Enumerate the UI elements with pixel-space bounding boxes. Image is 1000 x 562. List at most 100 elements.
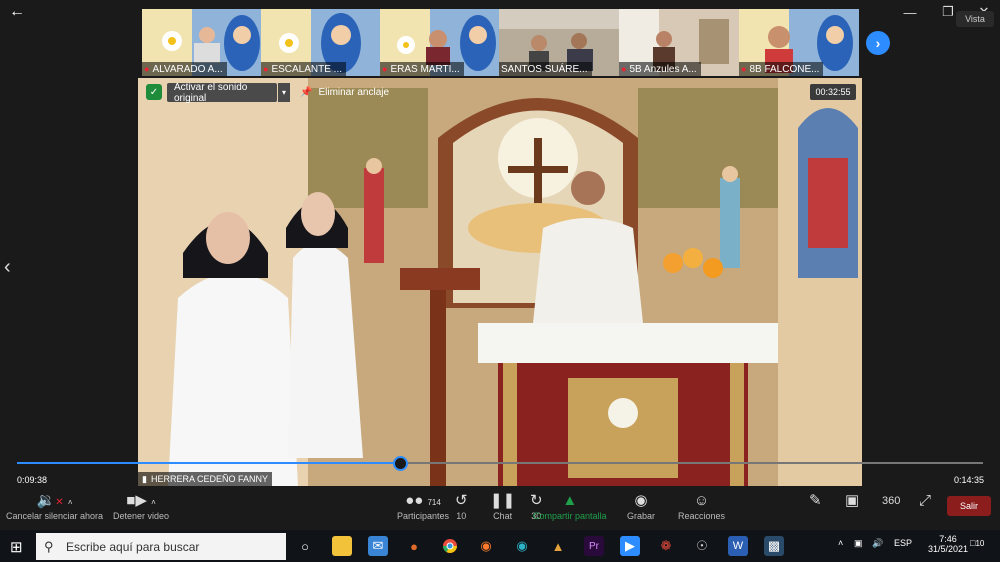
search-icon: ⚲ bbox=[44, 539, 54, 554]
main-video bbox=[138, 78, 862, 486]
record-icon: ◉ bbox=[634, 492, 648, 509]
chevron-right-icon: › bbox=[875, 35, 881, 51]
mic-muted-icon: ● bbox=[382, 64, 388, 74]
rewind-seconds: 10 bbox=[456, 511, 467, 521]
arrow-left-icon[interactable]: ← bbox=[6, 2, 28, 22]
participants-count: 714 bbox=[427, 498, 441, 507]
fullscreen-button[interactable]: ⤢ bbox=[919, 491, 931, 511]
mail-icon[interactable]: ✉ bbox=[368, 536, 388, 556]
network-icon[interactable]: ▣ bbox=[854, 538, 863, 549]
rewind-button[interactable]: ↺ 10 bbox=[455, 491, 468, 521]
annotate-button[interactable]: ✎ bbox=[809, 491, 822, 511]
vr-360-icon: 360 bbox=[882, 495, 901, 507]
captions-button[interactable]: ▣ bbox=[845, 491, 859, 511]
speaker-name: HERRERA CEDEÑO FANNY bbox=[150, 474, 268, 484]
notifications-count: 10 bbox=[975, 539, 985, 548]
file-explorer-icon[interactable] bbox=[332, 536, 352, 556]
unpin-button[interactable]: 📌 Eliminar anclaje bbox=[300, 83, 389, 102]
share-screen-control[interactable]: ▲ Compartir pantalla bbox=[533, 491, 607, 521]
language-indicator[interactable]: ESP bbox=[894, 538, 912, 548]
mute-control[interactable]: 🔉✕ ˄ Cancelar silenciar ahora bbox=[6, 491, 103, 521]
app-icon[interactable]: ▲ bbox=[548, 536, 568, 556]
participant-name: ● ALVARADO A... bbox=[142, 62, 227, 76]
zoom-icon[interactable]: ▶ bbox=[620, 536, 640, 556]
seek-handle[interactable] bbox=[392, 456, 408, 471]
gallery-tile[interactable]: ● ESCALANTE ... bbox=[261, 9, 381, 76]
app-icon[interactable]: ● bbox=[404, 536, 424, 556]
participants-label: Participantes bbox=[397, 511, 450, 521]
cortana-icon[interactable]: ○ bbox=[295, 536, 315, 556]
participant-name: ● ERAS MARTI... bbox=[380, 62, 464, 76]
firefox-icon[interactable]: ◉ bbox=[476, 536, 496, 556]
app-icon[interactable]: ❁ bbox=[656, 536, 676, 556]
seek-progress bbox=[17, 462, 400, 464]
total-time: 0:14:35 bbox=[954, 475, 985, 485]
security-shield-icon[interactable]: ✓ bbox=[146, 84, 162, 100]
speaker-muted-icon: 🔉✕ ˄ bbox=[36, 492, 73, 509]
speaker-name-tag: ▮ HERRERA CEDEÑO FANNY bbox=[138, 472, 272, 486]
record-label: Grabar bbox=[627, 511, 656, 521]
clock[interactable]: 7:46 31/5/2021 bbox=[928, 534, 968, 554]
mic-muted-icon: ● bbox=[144, 64, 150, 74]
tray-chevron-icon[interactable]: ˄ bbox=[838, 538, 843, 548]
participant-name: ● 5B Anzules A... bbox=[619, 62, 701, 76]
unpin-label: Eliminar anclaje bbox=[318, 87, 390, 98]
end-meeting-button[interactable]: Salir bbox=[947, 496, 991, 516]
chat-control[interactable]: ❚❚ Chat bbox=[490, 491, 515, 521]
premiere-icon[interactable]: Pr bbox=[584, 536, 604, 556]
signal-bars-icon: ▮ bbox=[142, 473, 147, 484]
clock-date: 31/5/2021 bbox=[928, 544, 969, 554]
zoom-active-icon[interactable]: ▩ bbox=[764, 536, 784, 556]
captions-icon: ▣ bbox=[845, 492, 860, 509]
app-icon[interactable]: ☉ bbox=[692, 536, 712, 556]
vr-button[interactable]: 360 bbox=[882, 491, 900, 511]
gallery-tile[interactable]: ● ERAS MARTI... bbox=[380, 9, 500, 76]
participants-control[interactable]: ●● 714 Participantes bbox=[397, 491, 449, 521]
current-time: 0:09:38 bbox=[17, 475, 48, 485]
mute-label: Cancelar silenciar ahora bbox=[6, 511, 104, 521]
mic-muted-icon: ● bbox=[263, 64, 269, 74]
chat-label: Chat bbox=[493, 511, 513, 521]
pin-icon: 📌 bbox=[300, 87, 313, 98]
video-control[interactable]: ■▶ ˄ Detener video bbox=[113, 491, 169, 521]
rewind-icon: ↺ bbox=[455, 492, 468, 509]
record-control[interactable]: ◉ Grabar bbox=[627, 491, 655, 521]
expand-icon: ⤢ bbox=[919, 492, 932, 509]
participant-name: SANTOS SUÁRE... bbox=[499, 62, 592, 76]
pause-icon: ❚❚ bbox=[490, 492, 516, 509]
recording-timer: 00:32:55 bbox=[810, 84, 856, 100]
smiley-icon: ☺ bbox=[693, 492, 710, 509]
video-frame bbox=[138, 78, 862, 486]
volume-icon[interactable]: 🔊 bbox=[872, 538, 883, 549]
original-sound-button[interactable]: Activar el sonido original bbox=[167, 82, 277, 104]
gallery-tile[interactable]: SANTOS SUÁRE... bbox=[499, 9, 619, 76]
notifications-icon[interactable]: □10 bbox=[970, 538, 984, 548]
participant-name: ● ESCALANTE ... bbox=[261, 62, 347, 76]
seek-bar[interactable] bbox=[17, 462, 983, 464]
windows-start-icon[interactable]: ⊞ bbox=[10, 538, 23, 556]
video-camera-icon: ■▶ ˄ bbox=[126, 492, 156, 509]
video-label: Detener video bbox=[113, 511, 170, 521]
reactions-label: Reacciones bbox=[678, 511, 726, 521]
pencil-icon: ✎ bbox=[809, 492, 822, 509]
taskbar-search-input[interactable]: Escribe aquí para buscar bbox=[36, 533, 286, 560]
minimize-icon[interactable]: — bbox=[892, 0, 928, 24]
word-icon[interactable]: W bbox=[728, 536, 748, 556]
gallery-tile[interactable]: ● ALVARADO A... bbox=[142, 9, 262, 76]
chrome-icon[interactable] bbox=[440, 536, 460, 556]
gallery-tile[interactable]: ● 5B Anzules A... bbox=[619, 9, 739, 76]
gallery-tile[interactable]: ● 8B FALCONE... bbox=[739, 9, 859, 76]
view-button[interactable]: Vista bbox=[956, 11, 994, 27]
edge-icon[interactable]: ◉ bbox=[512, 536, 532, 556]
mic-muted-icon: ● bbox=[621, 64, 627, 74]
chevron-left-icon[interactable]: ‹ bbox=[4, 256, 11, 279]
gallery-next-button[interactable]: › bbox=[866, 31, 890, 55]
chevron-down-icon[interactable]: ▾ bbox=[278, 83, 290, 102]
reactions-control[interactable]: ☺ Reacciones bbox=[678, 491, 725, 521]
participants-icon: ●● 714 bbox=[405, 492, 441, 509]
share-screen-icon: ▲ bbox=[562, 492, 578, 509]
mic-muted-icon: ● bbox=[741, 64, 747, 74]
clock-time: 7:46 bbox=[939, 534, 957, 544]
share-label: Compartir pantalla bbox=[533, 511, 607, 521]
participant-name: ● 8B FALCONE... bbox=[739, 62, 824, 76]
